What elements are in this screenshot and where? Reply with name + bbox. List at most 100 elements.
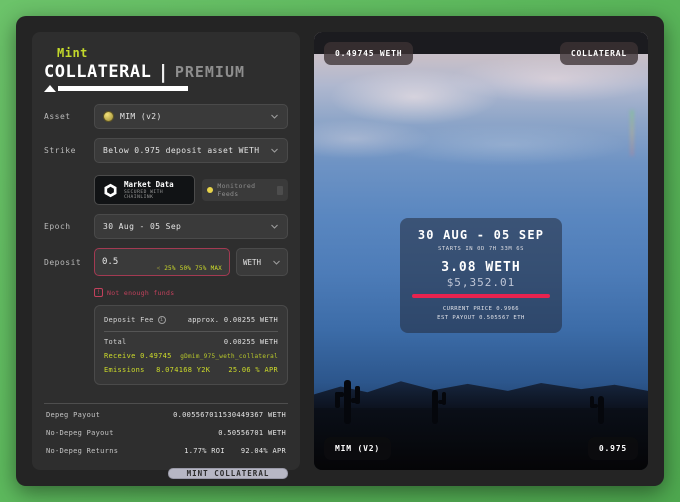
cactus-icon bbox=[335, 380, 360, 424]
total-label: Total bbox=[104, 338, 127, 346]
deposit-error-text: Not enough funds bbox=[107, 288, 175, 297]
percent-75-button[interactable]: 75% bbox=[195, 265, 206, 272]
deposit-fee-value: approx. 0.00255 WETH bbox=[187, 316, 278, 324]
asset-label: Asset bbox=[44, 112, 71, 121]
deposit-error: ! Not enough funds bbox=[94, 288, 288, 297]
deposit-fee-label: Deposit Fee bbox=[104, 316, 154, 324]
card-tag-strike: 0.975 bbox=[587, 437, 638, 460]
receive-value-wrap: 0.49745 gDmim_975_weth_collateral bbox=[140, 352, 278, 360]
apr-value: 92.04% APR bbox=[240, 447, 286, 455]
epoch-row: Epoch 30 Aug - 05 Sep bbox=[44, 214, 288, 239]
emissions-line: Emissions 8.074168 Y2K 25.06 % APR bbox=[104, 363, 278, 377]
asset-select[interactable]: MIM (v2) bbox=[94, 104, 288, 129]
percent-separator-icon: < bbox=[156, 265, 161, 272]
no-depeg-returns-label: No-Depeg Returns bbox=[46, 447, 119, 455]
receive-label: Receive bbox=[104, 352, 136, 360]
cactus-icon bbox=[432, 390, 446, 424]
deposit-label: Deposit bbox=[44, 257, 82, 267]
strike-label: Strike bbox=[44, 146, 76, 155]
percent-buttons: < 25% 50% 75% MAX bbox=[157, 265, 222, 272]
chainlink-icon bbox=[104, 183, 117, 197]
deposit-row: Deposit 0.5 < 25% 50% 75% MAX WETH bbox=[44, 248, 288, 276]
emissions-label: Emissions bbox=[104, 366, 145, 374]
mint-collateral-button[interactable]: MINT COLLATERAL bbox=[168, 468, 288, 479]
mint-form-panel: Mint COLLATERAL | PREMIUM Asset MIM (v2) bbox=[32, 32, 300, 479]
epoch-label: Epoch bbox=[44, 222, 71, 231]
emissions-apr: 25.06 % APR bbox=[228, 366, 278, 374]
emissions-value: 8.074168 Y2K bbox=[156, 366, 211, 374]
strike-row: Strike Below 0.975 deposit asset WETH bbox=[44, 138, 288, 163]
asset-row: Asset MIM (v2) bbox=[44, 104, 288, 129]
info-icon[interactable]: i bbox=[157, 316, 166, 324]
market-data-badge-row: Market Data SECURED WITH CHAINLINK Monit… bbox=[94, 175, 288, 205]
status-dot-icon bbox=[207, 187, 214, 193]
caret-up-icon bbox=[44, 85, 56, 92]
no-depeg-payout-label: No-Depeg Payout bbox=[46, 429, 114, 437]
market-data-title: Market Data bbox=[124, 180, 174, 189]
deposit-fee-label-wrap: Deposit Fee i bbox=[104, 316, 166, 324]
monitored-feeds-chip[interactable]: Monitored Feeds bbox=[202, 179, 288, 201]
epoch-value: 30 Aug - 05 Sep bbox=[103, 222, 182, 231]
overlay-countdown: STARTS IN 0D 7H 33M 6S bbox=[437, 246, 525, 252]
overlay-est-payout: EST PAYOUT 0.505567 ETH bbox=[437, 315, 525, 321]
percent-50-button[interactable]: 50% bbox=[180, 265, 191, 272]
chevron-down-icon bbox=[271, 114, 278, 119]
header-collateral-title: COLLATERAL bbox=[44, 62, 152, 82]
chevron-down-icon bbox=[271, 148, 278, 153]
epoch-info-overlay: 30 AUG - 05 SEP STARTS IN 0D 7H 33M 6S 3… bbox=[400, 218, 562, 333]
panel-header: Mint COLLATERAL | PREMIUM bbox=[44, 46, 288, 104]
fee-summary-card: Deposit Fee i approx. 0.00255 WETH Total… bbox=[94, 305, 288, 385]
total-line: Total 0.00255 WETH bbox=[104, 331, 278, 349]
stat-row: Depeg Payout 0.005567011530449367 WETH bbox=[44, 406, 288, 424]
chevron-down-icon bbox=[273, 260, 280, 265]
coin-icon bbox=[103, 111, 114, 122]
percent-max-button[interactable]: MAX bbox=[211, 265, 222, 272]
active-tab-bar bbox=[58, 86, 188, 91]
roi-value: 1.77% ROI bbox=[184, 447, 225, 455]
strike-select[interactable]: Below 0.975 deposit asset WETH bbox=[94, 138, 288, 163]
epoch-select[interactable]: 30 Aug - 05 Sep bbox=[94, 214, 288, 239]
payout-stats: Depeg Payout 0.005567011530449367 WETH N… bbox=[44, 397, 288, 460]
feeds-indicator-icon bbox=[276, 185, 283, 195]
header-premium-tab[interactable]: PREMIUM bbox=[175, 63, 245, 81]
card-tag-amount: 0.49745 WETH bbox=[324, 42, 414, 65]
overlay-usd-value: $5,352.01 bbox=[446, 276, 516, 289]
emissions-values: 8.074168 Y2K 25.06 % APR bbox=[156, 366, 278, 374]
card-tag-asset: MIM (V2) bbox=[324, 437, 391, 460]
chevron-down-icon bbox=[271, 224, 278, 229]
percent-25-button[interactable]: 25% bbox=[164, 265, 175, 272]
chainlink-badge[interactable]: Market Data SECURED WITH CHAINLINK bbox=[94, 175, 196, 205]
card-tag-type: COLLATERAL bbox=[559, 42, 638, 65]
warning-icon: ! bbox=[94, 288, 103, 297]
deposit-value: 0.5 bbox=[102, 257, 119, 267]
cactus-icon bbox=[590, 396, 604, 424]
header-underline bbox=[44, 85, 288, 92]
receive-line: Receive 0.49745 gDmim_975_weth_collatera… bbox=[104, 349, 278, 363]
app-window: Mint COLLATERAL | PREMIUM Asset MIM (v2) bbox=[16, 16, 664, 486]
deposit-token-select[interactable]: WETH bbox=[236, 248, 288, 276]
depeg-payout-value: 0.005567011530449367 WETH bbox=[173, 411, 286, 419]
monitored-feeds-label: Monitored Feeds bbox=[217, 182, 256, 198]
total-value: 0.00255 WETH bbox=[223, 338, 278, 346]
header-mint-label: Mint bbox=[57, 46, 88, 60]
vault-preview-card: 0.49745 WETH COLLATERAL MIM (V2) 0.975 3… bbox=[314, 32, 648, 470]
overlay-amount: 3.08 WETH bbox=[441, 260, 521, 275]
no-depeg-payout-value: 0.50556701 WETH bbox=[218, 429, 286, 437]
rainbow-icon bbox=[630, 110, 634, 156]
receive-value: 0.49745 bbox=[140, 352, 172, 360]
strike-value: Below 0.975 deposit asset WETH bbox=[103, 146, 260, 155]
deposit-input[interactable]: 0.5 < 25% 50% 75% MAX bbox=[94, 248, 230, 276]
overlay-dates: 30 AUG - 05 SEP bbox=[417, 228, 545, 242]
receive-token: gDmim_975_weth_collateral bbox=[180, 353, 278, 360]
stats-divider bbox=[44, 403, 288, 404]
asset-value: MIM (v2) bbox=[120, 112, 162, 121]
overlay-progress-bar bbox=[412, 294, 550, 298]
no-depeg-returns-values: 1.77% ROI 92.04% APR bbox=[184, 447, 286, 455]
overlay-current-price: CURRENT PRICE 0.9966 bbox=[442, 306, 520, 312]
stat-row: No-Depeg Returns 1.77% ROI 92.04% APR bbox=[44, 442, 288, 460]
market-data-subtitle: SECURED WITH CHAINLINK bbox=[124, 190, 164, 200]
clouds-layer bbox=[314, 52, 648, 202]
deposit-token-value: WETH bbox=[243, 257, 262, 267]
depeg-payout-label: Depeg Payout bbox=[46, 411, 101, 419]
deposit-fee-line: Deposit Fee i approx. 0.00255 WETH bbox=[104, 313, 278, 327]
